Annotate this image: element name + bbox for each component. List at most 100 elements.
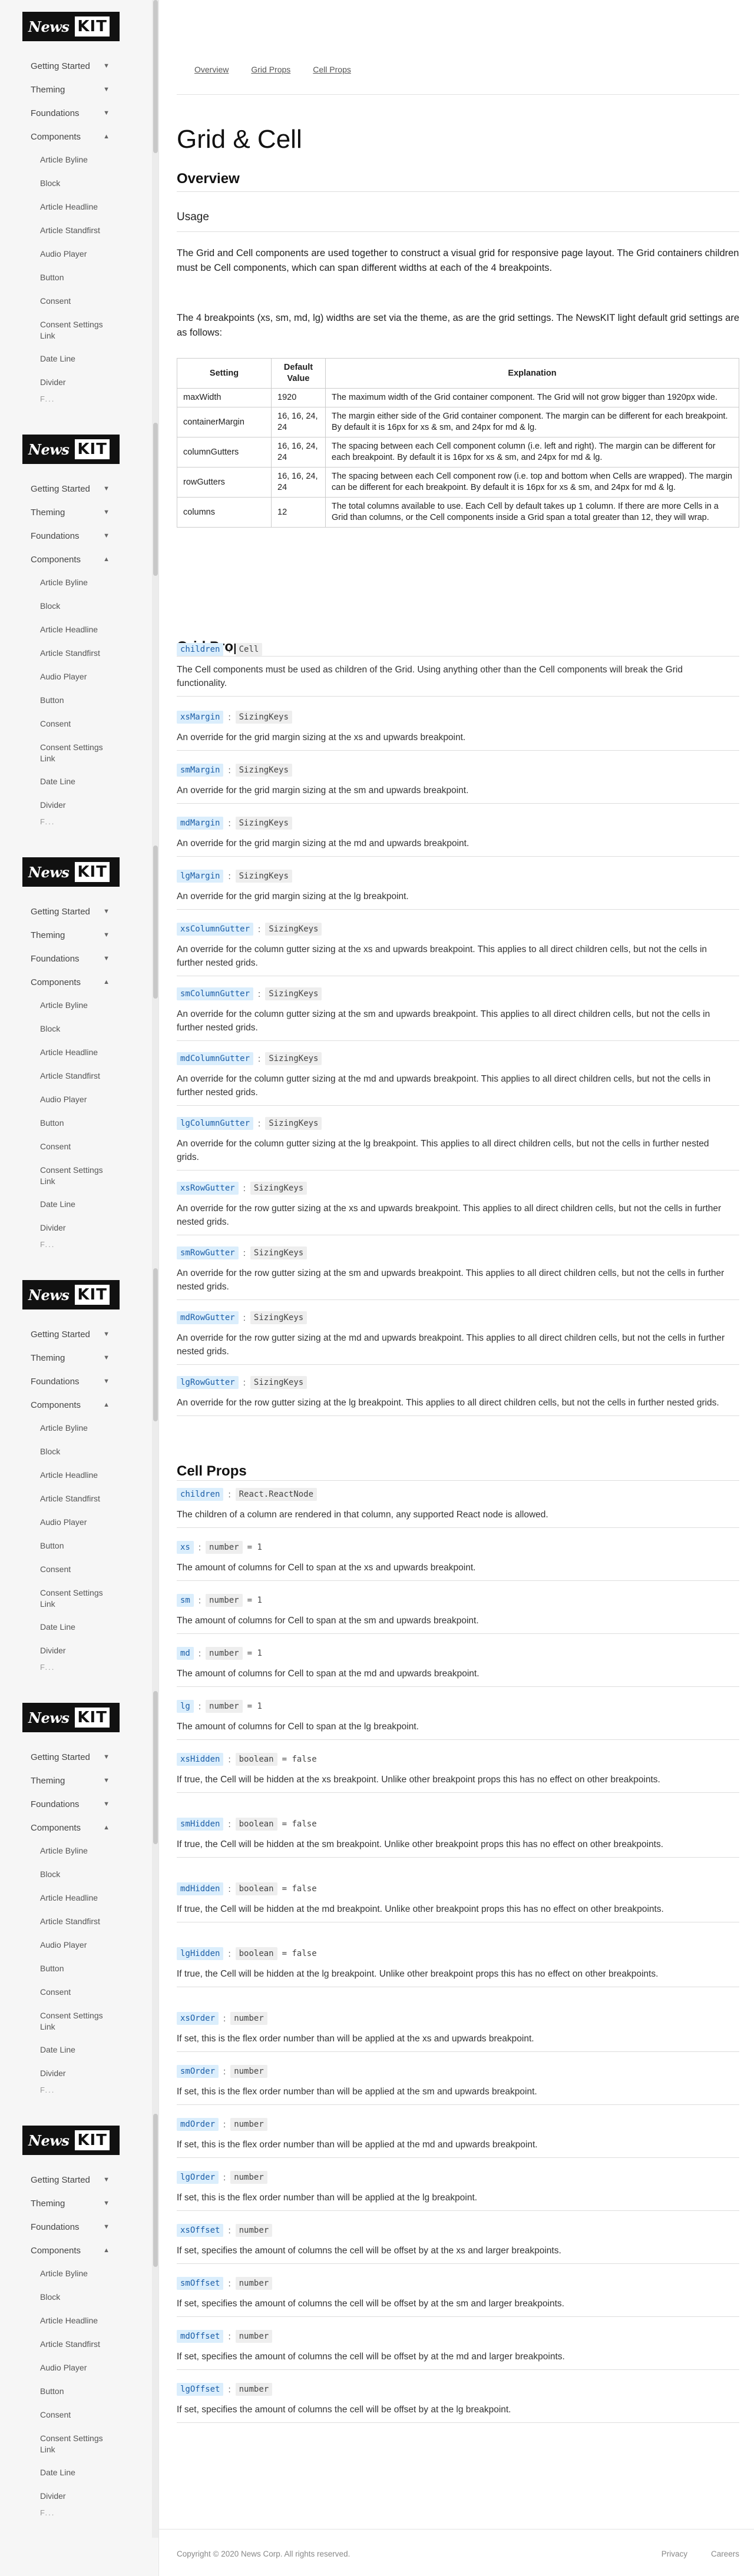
sidebar-item-block[interactable]: Block bbox=[40, 1863, 152, 1887]
footer-link-careers[interactable]: Careers bbox=[711, 2550, 739, 2558]
sidebar-item-article-standfirst[interactable]: Article Standfirst bbox=[40, 642, 152, 665]
sidebar-item-consent[interactable]: Consent bbox=[40, 1135, 152, 1159]
sidebar-item-consent-settings-link[interactable]: Consent Settings Link bbox=[40, 313, 152, 347]
sidebar-item-components[interactable]: Components ▲ bbox=[0, 1393, 152, 1417]
newskit-logo[interactable]: News KIT bbox=[22, 2126, 120, 2155]
newskit-logo[interactable]: News KIT bbox=[22, 857, 120, 887]
scrollbar-thumb[interactable] bbox=[153, 846, 158, 999]
sidebar-item-button[interactable]: Button bbox=[40, 266, 152, 290]
sidebar-item-article-byline[interactable]: Article Byline bbox=[40, 1839, 152, 1863]
sidebar-item-divider[interactable]: Divider bbox=[40, 371, 152, 394]
sidebar-item-foundations[interactable]: Foundations ▼ bbox=[0, 2215, 152, 2239]
sidebar-item-getting-started[interactable]: Getting Started ▼ bbox=[0, 1322, 152, 1346]
sidebar-item-consent[interactable]: Consent bbox=[40, 1981, 152, 2004]
link-overview[interactable]: Overview bbox=[194, 65, 229, 74]
sidebar-item-article-byline[interactable]: Article Byline bbox=[40, 994, 152, 1017]
sidebar-item-button[interactable]: Button bbox=[40, 2380, 152, 2403]
sidebar-item-consent-settings-link[interactable]: Consent Settings Link bbox=[40, 1582, 152, 1616]
sidebar-item-consent-settings-link[interactable]: Consent Settings Link bbox=[40, 2427, 152, 2461]
sidebar-scrollbar[interactable] bbox=[152, 1691, 158, 2115]
sidebar-item-block[interactable]: Block bbox=[40, 1017, 152, 1041]
link-cell-props[interactable]: Cell Props bbox=[313, 65, 351, 74]
sidebar-item-foundations[interactable]: Foundations ▼ bbox=[0, 101, 152, 125]
sidebar-scrollbar[interactable] bbox=[152, 0, 158, 424]
sidebar-item-audio-player[interactable]: Audio Player bbox=[40, 243, 152, 266]
sidebar-item-components[interactable]: Components ▲ bbox=[0, 2239, 152, 2262]
sidebar-item-audio-player[interactable]: Audio Player bbox=[40, 1511, 152, 1534]
sidebar-item-truncated[interactable]: F... bbox=[0, 394, 152, 404]
footer-link-privacy[interactable]: Privacy bbox=[662, 2550, 687, 2558]
scrollbar-thumb[interactable] bbox=[153, 2114, 158, 2267]
sidebar-item-consent-settings-link[interactable]: Consent Settings Link bbox=[40, 736, 152, 770]
sidebar-item-block[interactable]: Block bbox=[40, 2286, 152, 2309]
sidebar-item-article-headline[interactable]: Article Headline bbox=[40, 195, 152, 219]
sidebar-item-theming[interactable]: Theming ▼ bbox=[0, 1769, 152, 1792]
scrollbar-thumb[interactable] bbox=[153, 1268, 158, 1421]
sidebar-item-article-headline[interactable]: Article Headline bbox=[40, 1464, 152, 1487]
sidebar-item-date-line[interactable]: Date Line bbox=[40, 2461, 152, 2485]
sidebar-item-theming[interactable]: Theming ▼ bbox=[0, 500, 152, 524]
sidebar-item-article-standfirst[interactable]: Article Standfirst bbox=[40, 1910, 152, 1934]
sidebar-item-button[interactable]: Button bbox=[40, 1534, 152, 1558]
sidebar-item-article-headline[interactable]: Article Headline bbox=[40, 2309, 152, 2333]
sidebar-item-truncated[interactable]: F... bbox=[0, 2508, 152, 2518]
sidebar-item-audio-player[interactable]: Audio Player bbox=[40, 665, 152, 689]
sidebar-item-truncated[interactable]: F... bbox=[0, 2086, 152, 2095]
sidebar-item-date-line[interactable]: Date Line bbox=[40, 2038, 152, 2062]
sidebar-item-foundations[interactable]: Foundations ▼ bbox=[0, 1370, 152, 1393]
sidebar-item-date-line[interactable]: Date Line bbox=[40, 1616, 152, 1639]
sidebar-item-divider[interactable]: Divider bbox=[40, 1216, 152, 1240]
newskit-logo[interactable]: News KIT bbox=[22, 435, 120, 464]
sidebar-item-foundations[interactable]: Foundations ▼ bbox=[0, 947, 152, 970]
sidebar-item-article-byline[interactable]: Article Byline bbox=[40, 2262, 152, 2286]
newskit-logo[interactable]: News KIT bbox=[22, 1703, 120, 1732]
sidebar-item-theming[interactable]: Theming ▼ bbox=[0, 2192, 152, 2215]
sidebar-item-divider[interactable]: Divider bbox=[40, 2485, 152, 2508]
sidebar-item-theming[interactable]: Theming ▼ bbox=[0, 78, 152, 101]
sidebar-item-divider[interactable]: Divider bbox=[40, 1639, 152, 1663]
sidebar-item-getting-started[interactable]: Getting Started ▼ bbox=[0, 1745, 152, 1769]
scrollbar-thumb[interactable] bbox=[153, 423, 158, 576]
sidebar-item-truncated[interactable]: F... bbox=[0, 1663, 152, 1672]
sidebar-scrollbar[interactable] bbox=[152, 2114, 158, 2538]
sidebar-item-theming[interactable]: Theming ▼ bbox=[0, 923, 152, 947]
sidebar-item-truncated[interactable]: F... bbox=[0, 817, 152, 827]
sidebar-item-theming[interactable]: Theming ▼ bbox=[0, 1346, 152, 1370]
sidebar-item-article-headline[interactable]: Article Headline bbox=[40, 1887, 152, 1910]
sidebar-item-audio-player[interactable]: Audio Player bbox=[40, 1088, 152, 1112]
sidebar-item-article-standfirst[interactable]: Article Standfirst bbox=[40, 1487, 152, 1511]
sidebar-item-audio-player[interactable]: Audio Player bbox=[40, 1934, 152, 1957]
sidebar-item-truncated[interactable]: F... bbox=[0, 1240, 152, 1249]
scrollbar-thumb[interactable] bbox=[153, 0, 158, 153]
newskit-logo[interactable]: News KIT bbox=[22, 12, 120, 41]
sidebar-item-consent[interactable]: Consent bbox=[40, 1558, 152, 1582]
sidebar-item-components[interactable]: Components ▲ bbox=[0, 125, 152, 148]
sidebar-item-article-byline[interactable]: Article Byline bbox=[40, 1417, 152, 1440]
sidebar-item-article-byline[interactable]: Article Byline bbox=[40, 571, 152, 595]
sidebar-item-date-line[interactable]: Date Line bbox=[40, 347, 152, 371]
sidebar-item-audio-player[interactable]: Audio Player bbox=[40, 2356, 152, 2380]
sidebar-item-consent[interactable]: Consent bbox=[40, 2403, 152, 2427]
sidebar-item-article-standfirst[interactable]: Article Standfirst bbox=[40, 2333, 152, 2356]
sidebar-item-foundations[interactable]: Foundations ▼ bbox=[0, 524, 152, 548]
sidebar-item-button[interactable]: Button bbox=[40, 1112, 152, 1135]
sidebar-scrollbar[interactable] bbox=[152, 846, 158, 1269]
sidebar-item-block[interactable]: Block bbox=[40, 1440, 152, 1464]
sidebar-item-article-headline[interactable]: Article Headline bbox=[40, 618, 152, 642]
link-grid-props[interactable]: Grid Props bbox=[251, 65, 290, 74]
sidebar-item-foundations[interactable]: Foundations ▼ bbox=[0, 1792, 152, 1816]
sidebar-item-block[interactable]: Block bbox=[40, 595, 152, 618]
sidebar-item-getting-started[interactable]: Getting Started ▼ bbox=[0, 54, 152, 78]
sidebar-item-divider[interactable]: Divider bbox=[40, 794, 152, 817]
sidebar-scrollbar[interactable] bbox=[152, 423, 158, 847]
sidebar-item-getting-started[interactable]: Getting Started ▼ bbox=[0, 477, 152, 500]
sidebar-item-consent-settings-link[interactable]: Consent Settings Link bbox=[40, 1159, 152, 1193]
sidebar-item-consent[interactable]: Consent bbox=[40, 290, 152, 313]
sidebar-item-consent[interactable]: Consent bbox=[40, 712, 152, 736]
sidebar-item-article-standfirst[interactable]: Article Standfirst bbox=[40, 219, 152, 243]
sidebar-item-consent-settings-link[interactable]: Consent Settings Link bbox=[40, 2004, 152, 2038]
sidebar-item-block[interactable]: Block bbox=[40, 172, 152, 195]
sidebar-item-components[interactable]: Components ▲ bbox=[0, 970, 152, 994]
scrollbar-thumb[interactable] bbox=[153, 1691, 158, 1844]
sidebar-item-getting-started[interactable]: Getting Started ▼ bbox=[0, 900, 152, 923]
